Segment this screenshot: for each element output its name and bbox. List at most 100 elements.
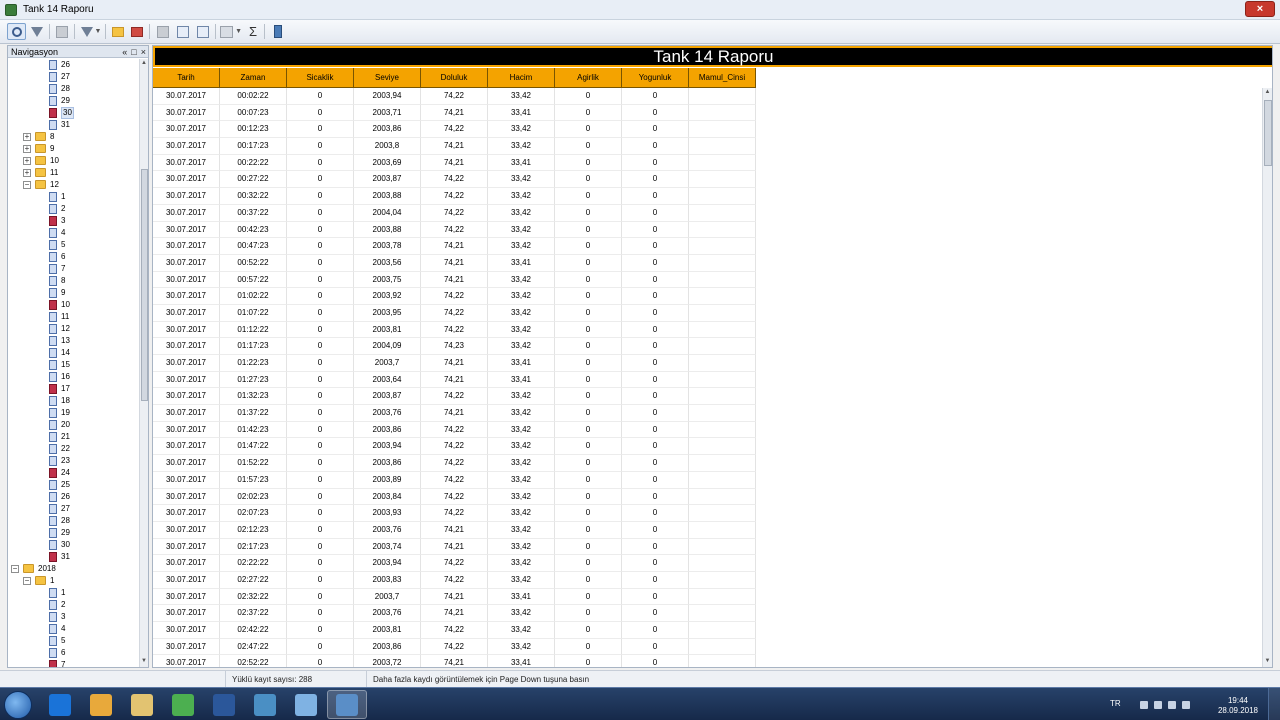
column-header[interactable]: Seviye [354, 68, 421, 88]
tree-folder-node[interactable]: − 2018 [8, 563, 140, 575]
tree-folder-node[interactable]: +11 [8, 167, 140, 179]
expand-icon[interactable]: + [23, 169, 31, 177]
tree-report-node[interactable]: 20 [8, 419, 140, 431]
scrollbar-thumb[interactable] [1264, 100, 1272, 166]
float-panel-button[interactable]: □ [131, 47, 136, 57]
tree-report-node[interactable]: 27 [8, 503, 140, 515]
tree-report-node[interactable]: 5 [8, 239, 140, 251]
column-header[interactable]: Doluluk [421, 68, 488, 88]
tree-report-node[interactable]: 3 [8, 215, 140, 227]
sum-button[interactable]: Σ [245, 23, 261, 40]
export-button[interactable] [129, 23, 145, 40]
tree-report-node[interactable]: 14 [8, 347, 140, 359]
tree-report-node[interactable]: 2 [8, 203, 140, 215]
tree-report-node[interactable]: 29 [8, 527, 140, 539]
tree-report-node[interactable]: 19 [8, 407, 140, 419]
action-center-icon[interactable] [1154, 701, 1162, 709]
open-button[interactable] [110, 23, 126, 40]
tree-report-node[interactable]: 26 [8, 491, 140, 503]
scrollbar-thumb[interactable] [141, 169, 148, 401]
tree-report-node[interactable]: 26 [8, 59, 140, 71]
tree-report-node[interactable]: 3 [8, 611, 140, 623]
tree-report-node[interactable]: 9 [8, 287, 140, 299]
tree-folder-node[interactable]: +9 [8, 143, 140, 155]
scroll-down-arrow[interactable]: ▼ [1263, 658, 1272, 667]
scroll-down-arrow[interactable]: ▼ [140, 658, 148, 666]
tree-report-node[interactable]: 2 [8, 599, 140, 611]
grid-layout-button[interactable]: ▼ [220, 23, 242, 40]
tree-report-node[interactable]: 10 [8, 299, 140, 311]
collapse-icon[interactable]: − [11, 565, 19, 573]
collapse-icon[interactable]: − [23, 577, 31, 585]
tree-report-node[interactable]: 23 [8, 455, 140, 467]
language-indicator[interactable]: TR [1110, 699, 1121, 708]
book-button[interactable] [175, 23, 191, 40]
tree-report-node[interactable]: 16 [8, 371, 140, 383]
close-panel-button[interactable]: × [141, 47, 146, 57]
nav-pane-button[interactable] [54, 23, 70, 40]
tree-report-node[interactable]: 15 [8, 359, 140, 371]
network-icon[interactable] [1168, 701, 1176, 709]
report-scrollbar[interactable]: ▲ ▼ [1262, 88, 1272, 667]
tree-report-node[interactable]: 11 [8, 311, 140, 323]
tree-report-node[interactable]: 31 [8, 119, 140, 131]
tree-folder-node[interactable]: +8 [8, 131, 140, 143]
tree-report-node[interactable]: 4 [8, 227, 140, 239]
taskbar-app-button[interactable] [163, 690, 203, 719]
tree-report-node[interactable]: 30 [8, 539, 140, 551]
tree-report-node[interactable]: 27 [8, 71, 140, 83]
first-page-button[interactable] [155, 23, 171, 40]
close-button[interactable]: × [1245, 1, 1275, 17]
taskbar-app-button[interactable] [327, 690, 367, 719]
tree-report-node[interactable]: 22 [8, 443, 140, 455]
tree-report-node[interactable]: 6 [8, 647, 140, 659]
column-header[interactable]: Zaman [220, 68, 287, 88]
tree-report-node[interactable]: 21 [8, 431, 140, 443]
tree-report-node[interactable]: 7 [8, 263, 140, 275]
tree-report-node[interactable]: 28 [8, 83, 140, 95]
taskbar-app-button[interactable] [286, 690, 326, 719]
tree-folder-node[interactable]: +10 [8, 155, 140, 167]
filter-button[interactable] [28, 23, 46, 40]
expand-icon[interactable]: + [23, 145, 31, 153]
navigation-scrollbar[interactable]: ▲ ▼ [139, 59, 148, 667]
tree-report-node[interactable]: 30 [8, 107, 140, 119]
tree-report-node[interactable]: 28 [8, 515, 140, 527]
search-button[interactable] [7, 23, 26, 40]
column-header[interactable]: Hacim [488, 68, 555, 88]
tree-report-node[interactable]: 7 [8, 659, 140, 667]
column-header[interactable]: Agirlik [555, 68, 622, 88]
tree-report-node[interactable]: 13 [8, 335, 140, 347]
tray-arrow-icon[interactable] [1140, 701, 1148, 709]
tree-report-node[interactable]: 29 [8, 95, 140, 107]
show-desktop-button[interactable] [1268, 688, 1280, 720]
taskbar-app-button[interactable] [81, 690, 121, 719]
scroll-up-arrow[interactable]: ▲ [140, 60, 148, 68]
tree-report-node[interactable]: 1 [8, 191, 140, 203]
taskbar-app-button[interactable] [40, 690, 80, 719]
start-button[interactable] [4, 691, 32, 719]
column-header[interactable]: Mamul_Cinsi [689, 68, 756, 88]
tank-button[interactable] [270, 23, 286, 40]
column-header[interactable]: Tarih [153, 68, 220, 88]
clock[interactable]: 19:44 28.09.2018 [1218, 696, 1258, 716]
volume-icon[interactable] [1182, 701, 1190, 709]
funnel-dropdown-button[interactable]: ▼ [80, 23, 102, 40]
tree-report-node[interactable]: 12 [8, 323, 140, 335]
scroll-up-arrow[interactable]: ▲ [1263, 89, 1272, 98]
taskbar-app-button[interactable] [122, 690, 162, 719]
tree-report-node[interactable]: 31 [8, 551, 140, 563]
expand-icon[interactable]: + [23, 133, 31, 141]
tree-report-node[interactable]: 4 [8, 623, 140, 635]
tree-report-node[interactable]: 18 [8, 395, 140, 407]
taskbar-app-button[interactable] [245, 690, 285, 719]
taskbar-app-button[interactable] [204, 690, 244, 719]
zoom-page-button[interactable] [195, 23, 211, 40]
tree-report-node[interactable]: 6 [8, 251, 140, 263]
tree-report-node[interactable]: 24 [8, 467, 140, 479]
collapse-panel-button[interactable]: « [122, 47, 127, 57]
tree-folder-node[interactable]: − 12 [8, 179, 140, 191]
tree-report-node[interactable]: 17 [8, 383, 140, 395]
column-header[interactable]: Yogunluk [622, 68, 689, 88]
column-header[interactable]: Sicaklik [287, 68, 354, 88]
